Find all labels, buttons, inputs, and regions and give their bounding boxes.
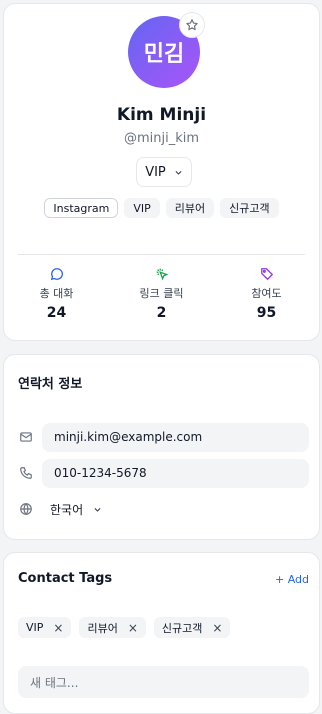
chip-instagram: Instagram bbox=[44, 198, 119, 218]
stat-link-clicks: 링크 클릭 2 bbox=[109, 267, 214, 321]
tag-item: VIP × bbox=[18, 617, 72, 638]
stat-value: 95 bbox=[256, 305, 277, 321]
language-row: 한국어 bbox=[18, 494, 309, 524]
chat-bubble-icon bbox=[50, 268, 63, 281]
tag-item: 리뷰어 × bbox=[79, 617, 146, 638]
language-value: 한국어 bbox=[50, 502, 84, 517]
language-select[interactable]: 한국어 bbox=[50, 501, 102, 518]
close-icon[interactable]: × bbox=[53, 621, 63, 635]
chevron-down-icon bbox=[175, 170, 182, 175]
tag-icon bbox=[260, 268, 273, 280]
stat-label: 링크 클릭 bbox=[139, 287, 184, 300]
stat-value: 24 bbox=[46, 305, 67, 321]
close-icon[interactable]: × bbox=[128, 621, 138, 635]
close-icon[interactable]: × bbox=[212, 621, 222, 635]
contact-name: Kim Minji bbox=[116, 105, 207, 125]
stat-value: 2 bbox=[156, 305, 167, 321]
email-row: minji.kim@example.com bbox=[18, 422, 309, 452]
section-title: Contact Tags bbox=[18, 571, 113, 586]
stat-label: 총 대화 bbox=[39, 287, 74, 300]
stats-row: 총 대화 24 링크 클릭 2 참여도 95 bbox=[4, 267, 319, 321]
tag-label: 신규고객 bbox=[161, 621, 203, 635]
tag-label: VIP bbox=[26, 621, 44, 634]
tier-select-value: VIP bbox=[145, 164, 166, 180]
phone-icon bbox=[18, 465, 34, 481]
profile-card: 민김 Kim Minji @minji_kim VIP Instagram VI… bbox=[3, 3, 320, 341]
tag-list: VIP × 리뷰어 × 신규고객 × bbox=[18, 617, 231, 638]
new-tag-input[interactable]: 새 태그... bbox=[18, 666, 309, 698]
divider bbox=[18, 254, 305, 255]
chip-reviewer: 리뷰어 bbox=[165, 198, 215, 218]
add-tag-button[interactable]: + Add bbox=[275, 573, 309, 586]
favorite-button[interactable] bbox=[179, 12, 205, 38]
phone-row: 010-1234-5678 bbox=[18, 458, 309, 488]
chip-vip: VIP bbox=[124, 198, 160, 218]
phone-field[interactable]: 010-1234-5678 bbox=[42, 458, 309, 488]
contact-tags-card: Contact Tags + Add VIP × 리뷰어 × 신규고객 × 새 … bbox=[3, 552, 320, 714]
email-field[interactable]: minji.kim@example.com bbox=[42, 422, 309, 452]
chip-new-customer: 신규고객 bbox=[220, 198, 279, 218]
globe-icon bbox=[18, 501, 34, 517]
stat-label: 참여도 bbox=[251, 287, 282, 300]
mail-icon bbox=[18, 429, 34, 445]
chevron-down-icon bbox=[94, 507, 101, 512]
stat-conversations: 총 대화 24 bbox=[4, 267, 109, 321]
section-title: 연락처 정보 bbox=[18, 377, 83, 392]
stat-engagement: 참여도 95 bbox=[214, 267, 319, 321]
profile-chips: Instagram VIP 리뷰어 신규고객 bbox=[4, 198, 319, 218]
contact-handle: @minji_kim bbox=[123, 131, 200, 146]
tag-label: 리뷰어 bbox=[87, 621, 118, 635]
contact-info-card: 연락처 정보 minji.kim@example.com 010-1234-56… bbox=[3, 354, 320, 540]
star-icon bbox=[186, 19, 198, 31]
tier-select[interactable]: VIP bbox=[136, 157, 192, 187]
cursor-click-icon bbox=[156, 268, 168, 281]
tag-item: 신규고객 × bbox=[153, 617, 231, 638]
